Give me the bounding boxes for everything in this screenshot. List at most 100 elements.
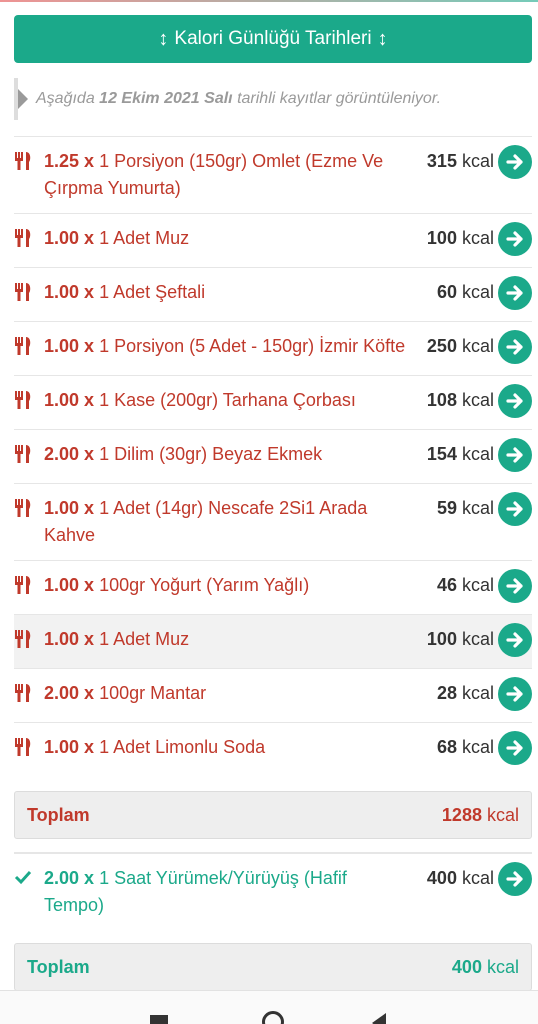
item-desc: 1 Adet Muz [99,228,190,248]
item-kcal-value: 46 [436,575,457,595]
food-row[interactable]: 1.00 x 1 Adet Muz 100 kcal [14,213,532,267]
item-kcal-value: 100 [426,629,457,649]
food-total-label: Toplam [27,804,90,825]
item-kcal: 100 kcal [408,626,498,653]
fork-knife-icon [14,734,44,762]
fork-knife-icon [14,572,44,600]
item-kcal-unit: kcal [461,868,494,888]
back-icon[interactable] [372,1013,386,1024]
item-text: 1.00 x 1 Porsiyon (5 Adet - 150gr) İzmir… [44,333,408,360]
food-row[interactable]: 1.00 x 100gr Yoğurt (Yarım Yağlı) 46 kcal [14,560,532,614]
item-qty: 2.00 x [44,683,95,703]
caret-right-icon [18,89,28,109]
date-notice: Aşağıda 12 Ekim 2021 Salı tarihli kayıtl… [14,78,532,120]
food-row[interactable]: 1.00 x 1 Adet Şeftali 60 kcal [14,267,532,321]
item-desc: 1 Adet Limonlu Soda [99,737,266,757]
item-kcal-value: 28 [436,683,457,703]
food-row[interactable]: 1.00 x 1 Adet (14gr) Nescafe 2Si1 Arada … [14,483,532,560]
item-kcal: 59 kcal [408,495,498,522]
item-kcal-value: 400 [426,868,457,888]
item-text: 2.00 x 1 Dilim (30gr) Beyaz Ekmek [44,441,408,468]
item-desc: 1 Adet Şeftali [99,282,206,302]
item-kcal-unit: kcal [461,498,494,518]
home-icon[interactable] [262,1011,284,1024]
item-qty: 1.25 x [44,151,95,171]
fork-knife-icon [14,495,44,523]
diary-dates-button[interactable]: ↕ Kalori Günlüğü Tarihleri ↕ [14,15,532,63]
item-kcal-unit: kcal [461,390,494,410]
updown-arrow-icon: ↕ [158,27,169,50]
item-desc: 100gr Yoğurt (Yarım Yağlı) [99,575,310,595]
item-desc: 100gr Mantar [99,683,207,703]
item-qty: 1.00 x [44,575,95,595]
item-kcal: 250 kcal [408,333,498,360]
item-text: 1.00 x 1 Adet Muz [44,225,408,252]
item-text: 1.25 x 1 Porsiyon (150gr) Omlet (Ezme Ve… [44,148,408,202]
item-text: 1.00 x 1 Adet Limonlu Soda [44,734,408,761]
activity-list: 2.00 x 1 Saat Yürümek/Yürüyüş (Hafif Tem… [14,852,532,930]
item-text: 1.00 x 1 Adet Muz [44,626,408,653]
item-kcal-unit: kcal [461,575,494,595]
fork-knife-icon [14,441,44,469]
arrow-right-circle-icon[interactable] [498,222,532,256]
item-kcal-value: 59 [436,498,457,518]
activity-total-value: 400 [451,956,482,977]
arrow-right-circle-icon[interactable] [498,731,532,765]
arrow-right-circle-icon[interactable] [498,492,532,526]
item-kcal-value: 68 [436,737,457,757]
item-qty: 1.00 x [44,390,95,410]
food-row[interactable]: 1.00 x 1 Adet Muz 100 kcal [14,614,532,668]
arrow-right-circle-icon[interactable] [498,438,532,472]
fork-knife-icon [14,626,44,654]
item-kcal-value: 108 [426,390,457,410]
item-kcal: 108 kcal [408,387,498,414]
arrow-right-circle-icon[interactable] [498,145,532,179]
fork-knife-icon [14,279,44,307]
food-total-value: 1288 [441,804,482,825]
item-kcal-unit: kcal [461,228,494,248]
food-row[interactable]: 1.00 x 1 Kase (200gr) Tarhana Çorbası 108… [14,375,532,429]
arrow-right-circle-icon[interactable] [498,623,532,657]
item-kcal-unit: kcal [461,737,494,757]
item-kcal-value: 315 [426,151,457,171]
arrow-right-circle-icon[interactable] [498,330,532,364]
check-icon [14,865,44,891]
arrow-right-circle-icon[interactable] [498,276,532,310]
item-qty: 1.00 x [44,282,95,302]
recents-icon[interactable] [150,1015,168,1024]
item-kcal: 28 kcal [408,680,498,707]
item-qty: 1.00 x [44,629,95,649]
arrow-right-circle-icon[interactable] [498,384,532,418]
fork-knife-icon [14,680,44,708]
top-accent-strip [0,0,538,2]
item-qty: 1.00 x [44,336,95,356]
item-qty: 1.00 x [44,498,95,518]
food-row[interactable]: 1.00 x 1 Porsiyon (5 Adet - 150gr) İzmir… [14,321,532,375]
item-kcal-unit: kcal [461,336,494,356]
item-kcal-value: 60 [436,282,457,302]
activity-row[interactable]: 2.00 x 1 Saat Yürümek/Yürüyüş (Hafif Tem… [14,853,532,930]
item-kcal-value: 154 [426,444,457,464]
item-kcal-value: 250 [426,336,457,356]
item-kcal-unit: kcal [461,683,494,703]
item-text: 1.00 x 1 Kase (200gr) Tarhana Çorbası [44,387,408,414]
item-kcal: 315 kcal [408,148,498,175]
item-kcal-value: 100 [426,228,457,248]
item-qty: 2.00 x [44,444,95,464]
arrow-right-circle-icon[interactable] [498,677,532,711]
food-total-unit: kcal [486,804,519,825]
food-row[interactable]: 1.00 x 1 Adet Limonlu Soda 68 kcal [14,722,532,776]
arrow-right-circle-icon[interactable] [498,862,532,896]
food-row[interactable]: 2.00 x 1 Dilim (30gr) Beyaz Ekmek 154 kca… [14,429,532,483]
updown-arrow-icon: ↕ [377,27,388,50]
item-text: 2.00 x 1 Saat Yürümek/Yürüyüş (Hafif Tem… [44,865,408,919]
food-row[interactable]: 1.25 x 1 Porsiyon (150gr) Omlet (Ezme Ve… [14,136,532,213]
item-qty: 1.00 x [44,737,95,757]
activity-total: Toplam 400 kcal [14,943,532,991]
fork-knife-icon [14,148,44,176]
item-qty: 2.00 x [44,868,95,888]
item-desc: 1 Porsiyon (150gr) Omlet (Ezme Ve Çırpma… [44,151,384,198]
food-row[interactable]: 2.00 x 100gr Mantar 28 kcal [14,668,532,722]
item-kcal-unit: kcal [461,151,494,171]
arrow-right-circle-icon[interactable] [498,569,532,603]
